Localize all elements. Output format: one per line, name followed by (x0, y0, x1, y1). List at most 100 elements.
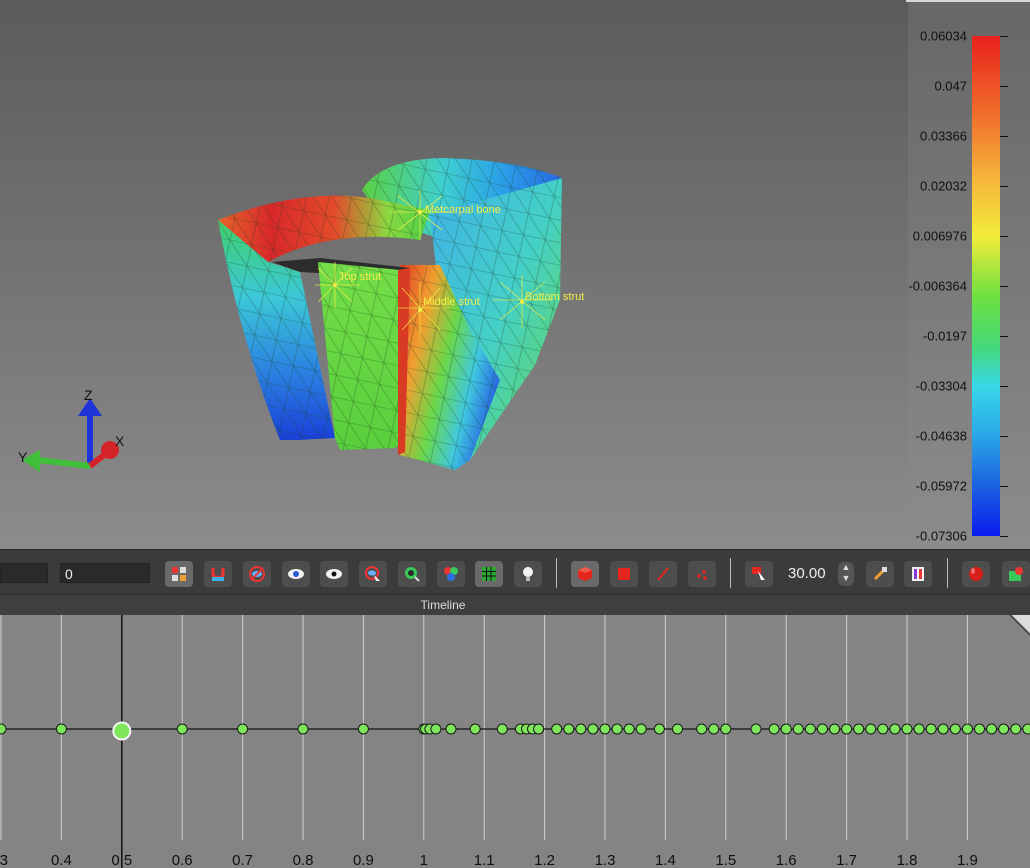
keyframe-marker[interactable] (901, 723, 913, 735)
keyframe-marker[interactable] (768, 723, 780, 735)
time-field[interactable]: 0 (60, 563, 150, 583)
timeline-tick-label: 0.8 (293, 852, 314, 868)
timeline-tick-label: 1.4 (655, 852, 676, 868)
timeline-tick-label: 0.9 (353, 852, 374, 868)
color-map-button[interactable] (904, 561, 932, 587)
colorbar-label: 0.06034 (920, 28, 967, 44)
keyframe-marker[interactable] (623, 723, 635, 735)
solid-view-button[interactable] (571, 561, 599, 587)
keyframe-marker[interactable] (708, 723, 720, 735)
colorbar-label: -0.07306 (915, 528, 967, 544)
keyframe-marker[interactable] (0, 723, 7, 735)
keyframe-marker[interactable] (575, 723, 587, 735)
pick-node-button[interactable] (745, 561, 773, 587)
show-button[interactable] (282, 561, 310, 587)
timeline-tick-label: 0.4 (51, 852, 72, 868)
keyframe-marker[interactable] (563, 723, 575, 735)
keyframe-marker[interactable] (998, 723, 1010, 735)
speed-spinner[interactable]: ▲ ▼ (838, 562, 854, 586)
keyframe-marker[interactable] (551, 723, 563, 735)
timeline-tick-label: 1.6 (776, 852, 797, 868)
mesh-grid-button[interactable] (475, 561, 503, 587)
keyframe-marker[interactable] (176, 723, 188, 735)
keyframe-marker[interactable] (469, 723, 481, 735)
colorbar-tick (1000, 486, 1008, 487)
frame-field[interactable] (0, 563, 48, 583)
record-button[interactable] (962, 561, 990, 587)
keyframe-marker[interactable] (804, 723, 816, 735)
keyframe-marker[interactable] (853, 723, 865, 735)
node-view-button[interactable] (688, 561, 716, 587)
keyframe-marker[interactable] (986, 723, 998, 735)
keyframe-marker[interactable] (829, 723, 841, 735)
timeline-tick-label: 1.5 (715, 852, 736, 868)
keyframe-marker[interactable] (889, 723, 901, 735)
keyframe-marker[interactable] (937, 723, 949, 735)
zoom-selection-button[interactable] (398, 561, 426, 587)
keyframe-marker[interactable] (430, 723, 442, 735)
brush-button[interactable] (866, 561, 894, 587)
keyframe-marker[interactable] (750, 723, 762, 735)
brush-icon (873, 567, 887, 581)
keyframe-marker[interactable] (55, 723, 67, 735)
keyframe-marker[interactable] (961, 723, 973, 735)
square-icon (618, 568, 630, 580)
magnet-button[interactable] (204, 561, 232, 587)
edge-view-button[interactable] (649, 561, 677, 587)
keyframe-marker[interactable] (635, 723, 647, 735)
export-button[interactable] (1002, 561, 1030, 587)
keyframe-marker[interactable] (816, 723, 828, 735)
keyframe-marker[interactable] (1010, 723, 1022, 735)
show-all-button[interactable] (320, 561, 348, 587)
colorbar-label: -0.03304 (915, 378, 967, 394)
keyframe-marker[interactable] (445, 723, 457, 735)
timeline-tick-label: 0.7 (232, 852, 253, 868)
face-view-button[interactable] (610, 561, 638, 587)
eye-cursor-icon (365, 566, 380, 581)
keyframe-marker[interactable] (949, 723, 961, 735)
keyframe-marker[interactable] (877, 723, 889, 735)
keyframe-marker[interactable] (599, 723, 611, 735)
keyframe-marker[interactable] (720, 723, 732, 735)
keyframe-marker[interactable] (925, 723, 937, 735)
hide-button[interactable] (243, 561, 271, 587)
zoom-extents-button[interactable] (437, 561, 465, 587)
lightbulb-icon (523, 567, 533, 581)
keyframe-marker[interactable] (780, 723, 792, 735)
timeline-panel[interactable]: 3 0.4 0.5 0.6 0.7 0.8 0.9 1 1.1 1.2 1.3 1.4 1.5 1.6 1.… (0, 615, 1030, 868)
keyframe-marker[interactable] (611, 723, 623, 735)
keyframe-marker[interactable] (696, 723, 708, 735)
keyframe-marker[interactable] (533, 723, 545, 735)
selected-keyframe-marker[interactable] (112, 721, 132, 741)
color-map-icon (912, 567, 924, 581)
light-button[interactable] (514, 561, 542, 587)
line-icon (657, 567, 669, 581)
keyframe-marker[interactable] (841, 723, 853, 735)
keyframe-marker[interactable] (1022, 723, 1030, 735)
colorbar-tick (1000, 286, 1008, 287)
spin-up-icon[interactable]: ▲ (842, 562, 851, 572)
colorbar-tick (1000, 136, 1008, 137)
keyframe-marker[interactable] (973, 723, 985, 735)
timeline-tick-label: 0.6 (172, 852, 193, 868)
label-bottom-strut: Bottom strut (525, 291, 584, 303)
spin-down-icon[interactable]: ▼ (842, 573, 851, 583)
keyframe-marker[interactable] (865, 723, 877, 735)
keyframe-marker[interactable] (653, 723, 665, 735)
colorbar-tick (1000, 186, 1008, 187)
keyframe-marker[interactable] (237, 723, 249, 735)
eye-open-icon (326, 569, 342, 579)
pick-hide-button[interactable] (359, 561, 387, 587)
keyframe-marker[interactable] (671, 723, 683, 735)
keyframe-marker[interactable] (357, 723, 369, 735)
keyframe-marker[interactable] (792, 723, 804, 735)
keyframe-marker[interactable] (913, 723, 925, 735)
timeline-track[interactable]: 3 0.4 0.5 0.6 0.7 0.8 0.9 1 1.1 1.2 1.3 1.4 1.5 1.6 1.… (0, 615, 1030, 868)
3d-viewport[interactable]: Metcarpal bone Top strut Middle strut Bo… (0, 0, 1030, 549)
playback-speed-value[interactable]: 30.00 (788, 561, 834, 587)
keyframe-marker[interactable] (297, 723, 309, 735)
colorbar-label: 0.02032 (920, 178, 967, 194)
select-mode-button[interactable] (165, 561, 193, 587)
keyframe-marker[interactable] (587, 723, 599, 735)
keyframe-marker[interactable] (496, 723, 508, 735)
